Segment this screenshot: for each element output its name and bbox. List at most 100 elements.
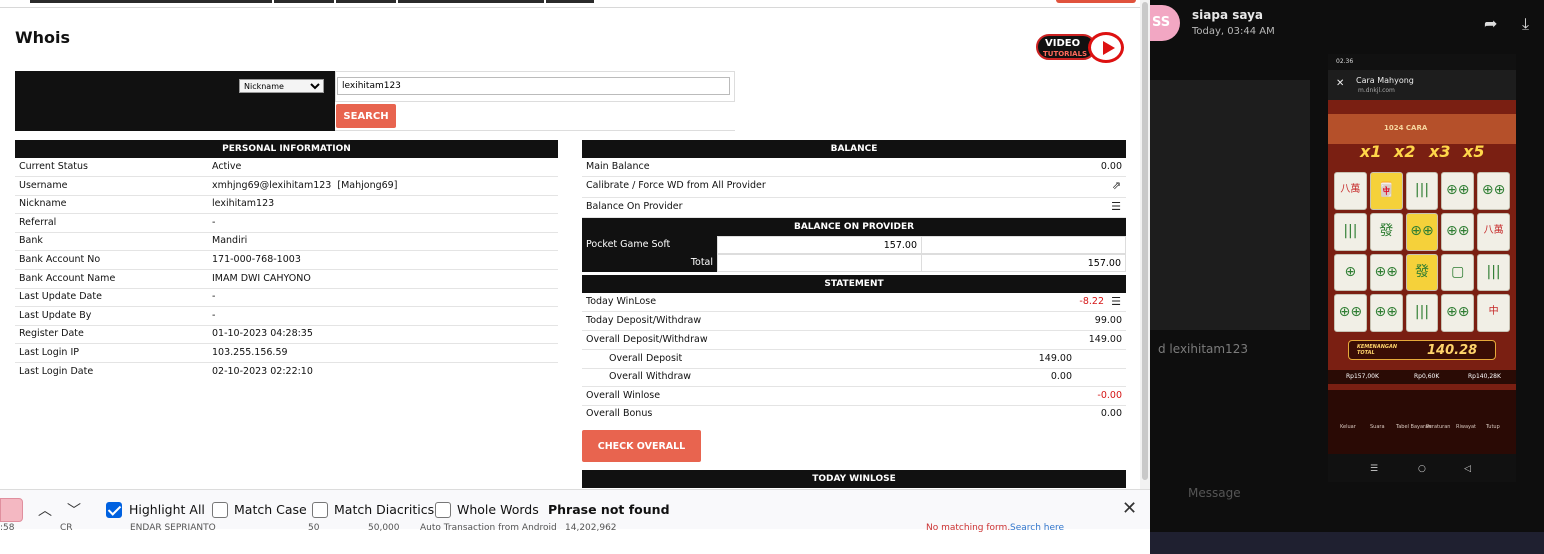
game-control-label: Peraturan bbox=[1426, 424, 1451, 430]
balance-header: BALANCE bbox=[582, 140, 1126, 158]
close-icon[interactable]: ✕ bbox=[1122, 498, 1137, 519]
info-row: Last Update By - bbox=[15, 307, 558, 326]
find-status: Phrase not found bbox=[548, 502, 670, 517]
match-diacritics-checkbox[interactable] bbox=[312, 502, 328, 518]
balance-on-provider-label: Balance On Provider bbox=[586, 201, 683, 212]
info-value: - bbox=[212, 291, 216, 302]
total-label: Total bbox=[582, 254, 717, 272]
chevron-down-icon[interactable]: ﹀ bbox=[67, 500, 81, 520]
calibrate-label: Calibrate / Force WD from All Provider bbox=[586, 180, 766, 191]
banner-text: 1024 CARA bbox=[1384, 124, 1428, 132]
multiplier: x1 bbox=[1360, 142, 1382, 161]
mahjong-tile: ⊕⊕ bbox=[1334, 294, 1367, 332]
info-label: Referral bbox=[19, 217, 57, 228]
balance-on-provider-header: BALANCE ON PROVIDER bbox=[582, 218, 1126, 236]
underlay-name: ENDAR SEPRIANTO bbox=[130, 523, 216, 533]
mahjong-tile: ⊕⊕ bbox=[1405, 212, 1439, 251]
info-label: Bank bbox=[19, 235, 43, 246]
today-dw-label: Today Deposit/Withdraw bbox=[586, 315, 702, 326]
total-empty-cell bbox=[717, 254, 922, 272]
highlight-all-label[interactable]: Highlight All bbox=[129, 502, 205, 517]
list-icon[interactable]: ☰ bbox=[1111, 293, 1121, 311]
info-row: Register Date 01-10-2023 04:28:35 bbox=[15, 325, 558, 344]
download-icon[interactable]: ⤓ bbox=[1522, 14, 1529, 34]
browser-window: Whois VIDEO TUTORIALS Nickname SEARCH PE… bbox=[0, 0, 1150, 529]
info-value: IMAM DWI CAHYONO bbox=[212, 273, 311, 284]
play-icon bbox=[1088, 32, 1124, 63]
mahjong-tile: 八萬 bbox=[1334, 172, 1367, 210]
today-dw-row: Today Deposit/Withdraw 99.00 bbox=[582, 312, 1126, 331]
top-red-button[interactable] bbox=[1056, 0, 1136, 3]
sender-name: siapa saya bbox=[1192, 8, 1264, 22]
info-value: 103.255.156.59 bbox=[212, 347, 288, 358]
search-button[interactable]: SEARCH bbox=[336, 104, 396, 128]
today-dw-value: 99.00 bbox=[1094, 315, 1122, 326]
game-control-label: Tutup bbox=[1486, 424, 1500, 430]
phone-time: 02.36 bbox=[1336, 58, 1354, 65]
list-icon[interactable]: ☰ bbox=[1111, 198, 1121, 216]
tab-segment[interactable] bbox=[274, 0, 334, 3]
whole-words-label[interactable]: Whole Words bbox=[457, 502, 539, 517]
mahjong-tile: ||| bbox=[1477, 253, 1510, 292]
scrollbar-thumb[interactable] bbox=[1142, 2, 1148, 480]
info-label: Register Date bbox=[19, 328, 84, 339]
mahjong-tile: 八萬 bbox=[1477, 212, 1510, 251]
info-row: Last Update Date - bbox=[15, 288, 558, 307]
match-case-label[interactable]: Match Case bbox=[234, 502, 307, 517]
underlay-search-here[interactable]: Search here bbox=[1010, 523, 1064, 533]
mahjong-tile: ⊕⊕ bbox=[1441, 172, 1475, 210]
find-input[interactable] bbox=[0, 498, 23, 522]
main-balance-row: Main Balance 0.00 bbox=[582, 158, 1126, 177]
phone-url-bar: ✕ Cara Mahyong m.dnkjl.com bbox=[1328, 70, 1516, 100]
info-value: 01-10-2023 04:28:35 bbox=[212, 328, 313, 339]
main-balance-label: Main Balance bbox=[586, 161, 650, 172]
multiplier: x2 bbox=[1394, 142, 1416, 161]
match-case-checkbox[interactable] bbox=[212, 502, 228, 518]
win-label: KEMENANGAN TOTAL bbox=[1357, 344, 1398, 356]
info-row: Nickname lexihitam123 bbox=[15, 195, 558, 214]
check-overall-button[interactable]: CHECK OVERALL bbox=[582, 430, 701, 462]
phone-screenshot: 02.36 ✕ Cara Mahyong m.dnkjl.com 1024 CA… bbox=[1328, 54, 1516, 482]
tab-segment[interactable] bbox=[336, 0, 396, 3]
video-tutorials-badge[interactable]: VIDEO TUTORIALS bbox=[1036, 32, 1126, 63]
overall-bonus-label: Overall Bonus bbox=[586, 408, 653, 419]
message-time: Today, 03:44 AM bbox=[1192, 26, 1275, 37]
overall-withdraw-row: Overall Withdraw 0.00 bbox=[582, 368, 1126, 387]
total-win-box: KEMENANGAN TOTAL 140.28 bbox=[1348, 340, 1496, 360]
info-row: Bank Account Name IMAM DWI CAHYONO bbox=[15, 270, 558, 289]
info-label: Nickname bbox=[19, 198, 67, 209]
tab-segment[interactable] bbox=[546, 0, 594, 3]
search-row-2 bbox=[15, 102, 335, 131]
external-link-icon[interactable]: ⇗ bbox=[1112, 177, 1121, 195]
info-label: Last Update By bbox=[19, 310, 92, 321]
overall-deposit-label: Overall Deposit bbox=[609, 353, 683, 364]
info-value: 171-000-768-1003 bbox=[212, 254, 301, 265]
stat-win: Rp140,28K bbox=[1468, 373, 1501, 380]
search-input[interactable] bbox=[337, 77, 730, 95]
home-icon: ○ bbox=[1418, 464, 1426, 474]
win-value: 140.28 bbox=[1427, 343, 1478, 358]
message-bar[interactable]: Message bbox=[1150, 480, 1544, 510]
tab-segment[interactable] bbox=[398, 0, 544, 3]
overall-withdraw-value: 0.00 bbox=[1050, 371, 1072, 382]
underlay-time: :58 bbox=[0, 523, 15, 533]
mahjong-tile: ⊕⊕ bbox=[1477, 172, 1510, 210]
share-icon[interactable]: ➦ bbox=[1484, 14, 1497, 33]
mahjong-tile: 發 bbox=[1369, 212, 1403, 251]
search-type-select[interactable]: Nickname bbox=[239, 79, 324, 93]
overall-deposit-row: Overall Deposit 149.00 bbox=[582, 350, 1126, 369]
info-label: Username bbox=[19, 180, 68, 191]
video-pill: VIDEO TUTORIALS bbox=[1036, 34, 1096, 60]
scrollbar[interactable] bbox=[1140, 0, 1150, 529]
overall-winlose-value: -0.00 bbox=[1097, 390, 1122, 401]
avatar[interactable]: SS bbox=[1150, 5, 1180, 41]
whole-words-checkbox[interactable] bbox=[435, 502, 451, 518]
phone-status-bar: 02.36 bbox=[1328, 54, 1516, 70]
highlight-all-checkbox[interactable] bbox=[106, 502, 122, 518]
overall-dw-label: Overall Deposit/Withdraw bbox=[586, 334, 708, 345]
game-control-label: Suara bbox=[1370, 424, 1385, 430]
match-diacritics-label[interactable]: Match Diacritics bbox=[334, 502, 434, 517]
info-label: Bank Account Name bbox=[19, 273, 116, 284]
chevron-up-icon[interactable]: ︿ bbox=[38, 500, 52, 520]
tab-segment[interactable] bbox=[30, 0, 272, 3]
